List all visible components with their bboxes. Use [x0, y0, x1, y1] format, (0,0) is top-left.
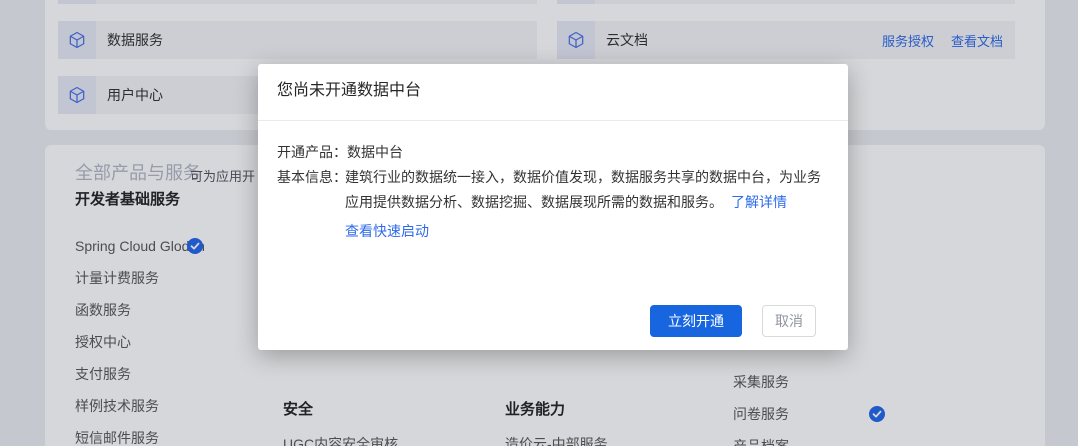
activate-now-button[interactable]: 立刻开通 [650, 305, 742, 337]
page: 数据服务 云文档 服务授权 查看文档 用户中心 [0, 0, 1078, 446]
dialog-title: 您尚未开通数据中台 [277, 80, 421, 102]
quick-start-row: 查看快速启动 [345, 221, 429, 241]
info-label: 基本信息： [277, 165, 347, 190]
info-line-2: 应用提供数据分析、数据挖掘、数据展现所需的数据和服务。 [345, 194, 723, 210]
cancel-button[interactable]: 取消 [762, 305, 816, 337]
dialog-divider [258, 120, 848, 121]
product-value: 数据中台 [347, 144, 403, 160]
product-row: 开通产品：数据中台 [277, 142, 403, 162]
activate-data-platform-dialog: 您尚未开通数据中台 开通产品：数据中台 基本信息： 建筑行业的数据统一接入，数据… [258, 64, 848, 350]
info-text: 建筑行业的数据统一接入，数据价值发现，数据服务共享的数据中台，为业务 应用提供数… [345, 165, 845, 215]
learn-more-link[interactable]: 了解详情 [731, 194, 787, 210]
quick-start-link[interactable]: 查看快速启动 [345, 223, 429, 239]
info-line-1: 建筑行业的数据统一接入，数据价值发现，数据服务共享的数据中台，为业务 [345, 169, 821, 185]
product-label: 开通产品： [277, 144, 347, 160]
